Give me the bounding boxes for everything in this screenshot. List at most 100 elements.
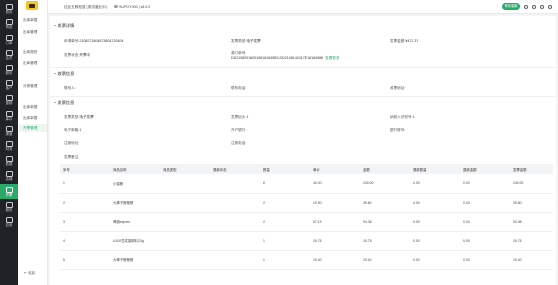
message-icon[interactable] [532,4,536,9]
table-cell [160,250,210,270]
submenu-item[interactable]: 出库单据 [23,105,37,110]
table-cell: 大棒子粮粮粮 [110,193,160,213]
rail-item-label: 库存 [5,116,13,121]
submenu-item[interactable]: 出库单据 [23,18,37,23]
rail-item-label: 财务 [5,147,13,152]
table-cell: U100豆浆香精料23g [110,231,160,251]
order-icon [5,34,13,41]
service-icon [5,201,13,208]
table-cell: 1 [260,250,310,270]
table-cell: 0.00 [460,193,510,213]
table-cell: 0.00 [460,250,510,270]
table-cell: 240.00 [360,174,410,194]
billing-remark: 发票备注: [64,155,80,159]
table-cell: 19.90 [310,193,360,213]
rail-item-store[interactable]: 店铺 [0,169,18,184]
rail-item-finance[interactable]: 财务 [0,139,18,154]
apply-number: 申请单号:2108271804573604710404 [64,39,124,43]
invoice-detail-section-title[interactable]: 发票详情 [54,23,74,29]
rail-item-channel[interactable]: 渠道 [0,124,18,139]
table-header-row: 序号 商品名称 商品类型 退款状态 数量 单价 金额 退款数量 退款金额 发票金… [60,164,553,174]
rail-item-inventory[interactable]: 库存 [0,108,18,123]
invoice-status: 发票状态:开票中 [64,53,91,57]
table-cell: 47.19 [310,212,360,232]
rail-item-label: 会员 [5,55,13,60]
table-cell: 19.40 [310,250,360,270]
table-cell: 15.75 [310,231,360,251]
table-row: 3 啤酒expres 2 47.19 94.38 0.00 0.00 94.38 [60,212,553,232]
divider [50,67,556,68]
shop-switcher[interactable]: 社区五鲜松鼠 (测试营业中) [64,5,107,10]
main-nav-rail: 首页 商品 订单 会员 服务 客户 营销 库存 渠道 财务 数据 店铺 开票 服务 应用 [0,0,18,285]
table-cell: 2 [260,193,310,213]
rail-item-customer[interactable]: 客户 [0,78,18,93]
table-cell [160,193,210,213]
column-header: 退款状态 [210,164,260,174]
rail-item-order[interactable]: 订单 [0,32,18,47]
billing-tax-number: 纳税人识别号:1 [390,115,415,119]
invoice-type: 发票类型:电子发票 [231,39,261,43]
bell-icon[interactable] [524,4,528,9]
user-icon[interactable] [548,4,552,9]
table-row: 4 U100豆浆香精料23g 1 15.75 15.75 0.00 0.00 15.75 [60,231,553,251]
rail-item-apps[interactable]: 应用 [0,215,18,230]
billing-bank: 开户银行: [231,128,247,132]
table-row: 2 大棒子粮粮粮 2 19.90 39.80 0.00 0.00 39.80 [60,193,553,213]
inventory-icon [5,110,13,117]
collapse-menu-button[interactable]: ⇤ 收起 [24,271,35,276]
settings-icon[interactable] [540,4,544,9]
rail-item-label: 服务 [5,207,13,212]
billing-account: 银行账号: [390,128,406,132]
rail-item-home[interactable]: 首页 [0,2,18,17]
submenu-item[interactable]: 出库管理 [23,61,37,66]
table-cell: 6 [260,174,310,194]
table-cell: 15.75 [510,231,553,251]
rail-item-service[interactable]: 服务 [0,200,18,215]
table-row: 5 大棒子粮粮粮 1 19.40 19.40 0.00 0.00 19.40 [60,250,553,270]
table-cell: 39.80 [510,193,553,213]
submenu-item[interactable]: 出库管理 [23,30,37,35]
invoice-icon [5,186,13,193]
rail-item-service[interactable]: 服务 [0,63,18,78]
rail-item-data[interactable]: 数据 [0,154,18,169]
avatar [114,4,118,9]
table-cell: 啤酒expres [110,212,160,232]
rail-item-marketing[interactable]: 营销 [0,93,18,108]
top-actions: 联系客服 [502,3,552,10]
table-cell: 0.00 [410,193,460,213]
table-cell [210,212,260,232]
submenu-item-invoice-manage[interactable]: 开票管理 [19,124,47,132]
rail-item-invoice[interactable]: 开票 [0,184,18,200]
receipt-phone: 联系电话: [231,86,247,90]
billing-header: 发票抬头:1 [231,115,249,119]
submenu-item[interactable]: 出库单据 [23,116,37,121]
table-cell [210,174,260,194]
rail-item-goods[interactable]: 商品 [0,17,18,32]
chevron-down-icon [54,25,56,27]
submenu-item[interactable]: 分拣管理 [23,84,37,89]
table-cell: 19.40 [510,250,553,270]
rail-item-label: 开票 [5,192,13,197]
chevron-down-icon [54,102,56,104]
column-header: 商品类型 [160,164,210,174]
rail-item-label: 店铺 [5,177,13,182]
rail-item-member[interactable]: 会员 [0,48,18,63]
table-cell: 2 [60,193,110,213]
table-cell: 0.00 [460,212,510,232]
column-header: 商品名称 [110,164,160,174]
billing-reg-phone: 注册电话: [231,141,247,145]
table-cell: 1 [60,174,110,194]
view-more-link[interactable]: 查看更多 [325,56,339,60]
column-header: 发票金额 [510,164,553,174]
billing-section-title[interactable]: 发票信息 [54,100,74,106]
app-logo [26,1,38,10]
table-cell: 0.00 [410,250,460,270]
receipt-section-title[interactable]: 收票信息 [54,71,74,77]
customer-service-button[interactable]: 联系客服 [502,3,520,10]
rail-item-label: 首页 [5,10,13,15]
column-header: 单价 [310,164,360,174]
table-cell: 2 [260,212,310,232]
submenu-item[interactable]: 出库规则 [23,50,37,55]
secondary-menu: 出库单据 出库管理 出库规则 出库管理 分拣管理 出库单据 出库单据 开票管理 … [18,0,48,285]
table-cell: 94.38 [360,212,410,232]
